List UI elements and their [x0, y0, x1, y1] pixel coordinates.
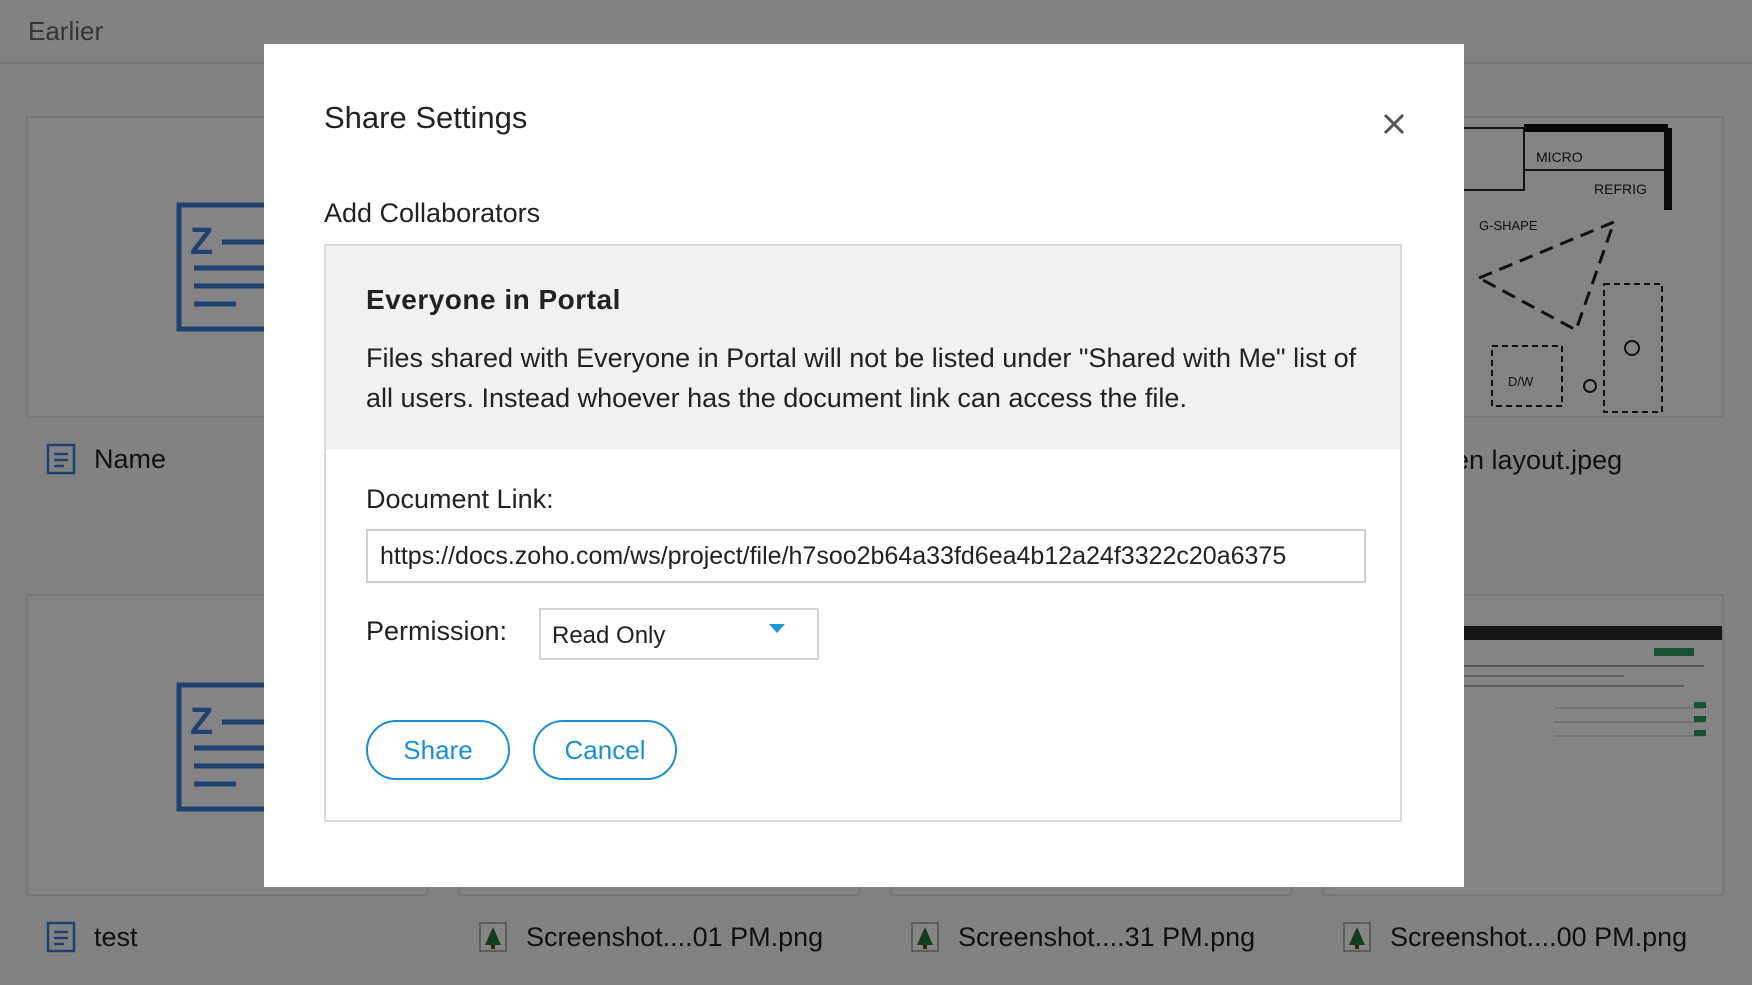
notice-title: Everyone in Portal [366, 284, 621, 315]
cancel-button[interactable]: Cancel [533, 720, 677, 780]
close-button[interactable] [1374, 104, 1414, 144]
permission-select[interactable]: Read Only [539, 608, 819, 660]
dialog-title: Share Settings [324, 100, 528, 135]
add-collaborators-label: Add Collaborators [324, 198, 541, 228]
close-icon [1383, 113, 1405, 135]
permission-selected-value: Read Only [552, 622, 666, 649]
permission-label: Permission: [366, 616, 508, 646]
share-settings-dialog: Share Settings Add Collaborators Everyon… [264, 44, 1464, 887]
everyone-in-portal-notice: Everyone in Portal Files shared with Eve… [326, 246, 1400, 450]
share-panel: Everyone in Portal Files shared with Eve… [324, 244, 1402, 822]
document-link-label: Document Link: [366, 484, 554, 514]
notice-text: Files shared with Everyone in Portal wil… [366, 343, 1357, 413]
chevron-down-icon [769, 624, 785, 633]
share-button[interactable]: Share [366, 720, 510, 780]
document-link-input[interactable] [366, 529, 1366, 583]
